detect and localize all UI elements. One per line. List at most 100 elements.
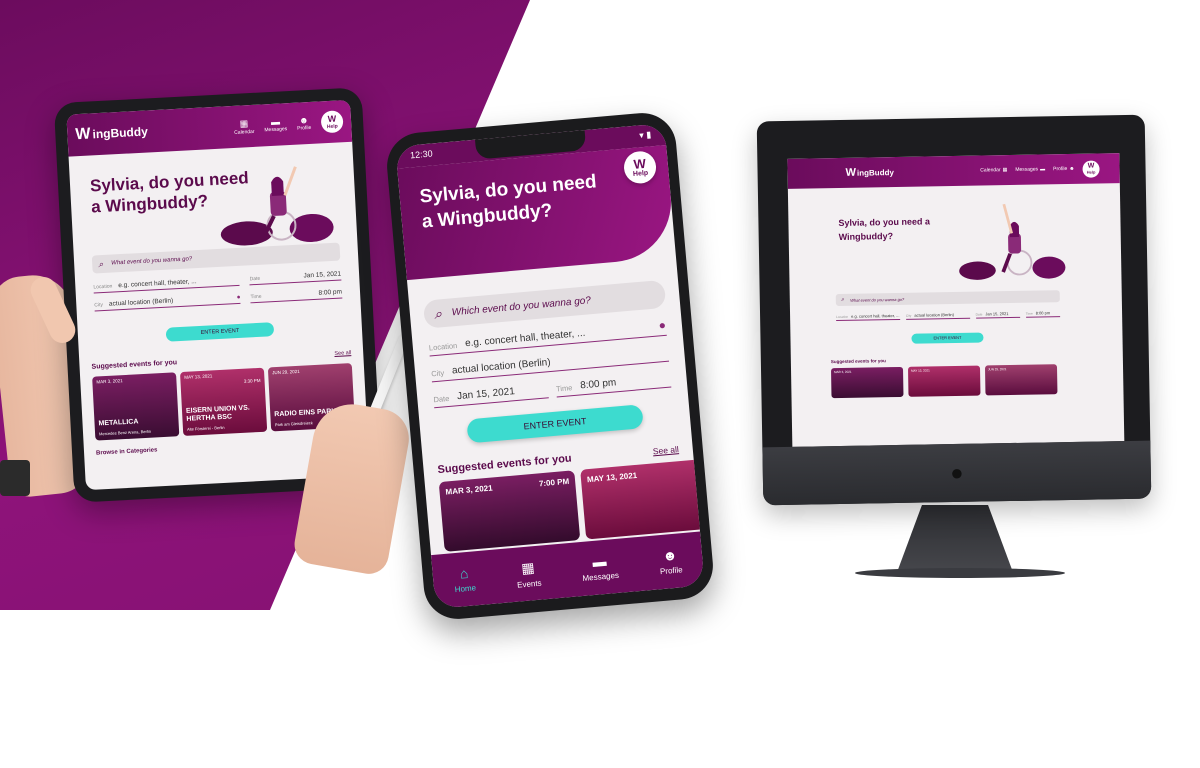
tab-label: Profile — [659, 565, 683, 577]
message-icon: ▬ — [1040, 166, 1046, 173]
city-label: City — [94, 302, 104, 309]
tab-home[interactable]: ⌂ Home — [453, 564, 476, 594]
event-title: METALLICA — [98, 418, 139, 428]
event-card[interactable]: MAR 3, 2021 7:00 PM — [438, 470, 581, 552]
desktop-search-bar[interactable]: ⌕ What event do you wanna go? — [835, 290, 1060, 307]
apple-logo-icon: ● — [949, 459, 964, 486]
search-placeholder: What event do you wanna go? — [111, 256, 193, 267]
search-icon: ⌕ — [433, 304, 443, 322]
time-label: Time — [1025, 311, 1033, 316]
location-label: Location — [93, 283, 113, 291]
nav-messages-label: Messages — [1015, 166, 1039, 173]
location-value: e.g. concert hall, theater, ... — [464, 327, 586, 350]
event-date: MAY 13, 2021 — [586, 470, 638, 485]
event-card[interactable]: MAR 3, 2021 — [830, 366, 904, 399]
wheelchair-user-illustration — [959, 203, 1066, 280]
event-time: 3:30 PM — [243, 377, 261, 384]
desktop-monitor: W ingBuddy Calendar ▦ Messages ▬ Profile… — [756, 114, 1152, 506]
nav-calendar[interactable]: Calendar ▦ — [980, 167, 1007, 173]
phone-device: 12:30 ▾ ▮ Sylvia, do you need a Wingbudd… — [384, 110, 716, 622]
nav-profile[interactable]: Profile ☻ — [1053, 166, 1075, 172]
see-all-link[interactable]: See all — [334, 350, 351, 358]
event-card[interactable]: MAY 13, 2021 3:30 PM EISERN UNION VS. HE… — [179, 367, 268, 437]
event-card[interactable]: JUN 29, 2021 — [984, 364, 1058, 396]
time-field[interactable]: Time 8:00 pm — [555, 367, 672, 398]
monitor-stand-base — [855, 568, 1065, 578]
date-label: Date — [249, 275, 261, 283]
suggested-title: Suggested events for you — [830, 358, 886, 365]
enter-event-button[interactable]: ENTER EVENT — [911, 332, 984, 344]
hero-title: Sylvia, do you need a Wingbuddy? — [418, 171, 598, 233]
smiley-icon: ☻ — [661, 546, 678, 564]
help-button[interactable]: W Help — [320, 110, 344, 134]
location-pin-icon[interactable]: ● — [237, 294, 241, 301]
search-placeholder: Which event do you wanna go? — [451, 294, 592, 318]
city-field[interactable]: City actual location (Berlin) ● — [93, 289, 241, 312]
wheelchair-user-illustration — [220, 166, 334, 246]
smiley-icon: ☻ — [1069, 165, 1075, 172]
search-icon: ⌕ — [840, 296, 845, 303]
city-value: actual location (Berlin) — [914, 312, 954, 318]
event-place: Park am Gleisdreieck — [274, 420, 313, 428]
date-field[interactable]: Date Jan 15, 2021 — [975, 310, 1020, 319]
enter-event-button[interactable]: ENTER EVENT — [466, 404, 644, 444]
event-date: MAR 3, 2021 — [834, 369, 852, 375]
date-value: Jan 15, 2021 — [456, 386, 516, 403]
event-card[interactable]: MAY 13, 2021 — [907, 365, 981, 397]
date-value: Jan 15, 2021 — [985, 311, 1009, 317]
nav-messages-label: Messages — [264, 126, 288, 134]
wristwatch-image — [0, 460, 30, 496]
event-place: Mercedes Benz Arena, Berlin — [98, 428, 151, 437]
event-card[interactable]: MAY 13, 2021 — [580, 457, 705, 540]
city-label: City — [905, 313, 912, 318]
search-icon: ⌕ — [97, 258, 104, 269]
hero-title: Sylvia, do you need a Wingbuddy? — [838, 216, 931, 243]
tab-messages[interactable]: ▬ Messages — [581, 552, 619, 583]
nav-calendar[interactable]: ▦ Calendar — [233, 117, 255, 136]
wingbuddy-logo[interactable]: W ingBuddy — [845, 166, 893, 179]
event-card[interactable]: MAR 3, 2021 METALLICA Mercedes Benz Aren… — [92, 372, 180, 441]
city-label: City — [430, 368, 445, 379]
battery-icon: ▾ ▮ — [638, 129, 652, 141]
tab-profile[interactable]: ☻ Profile — [658, 546, 683, 577]
date-value: Jan 15, 2021 — [303, 270, 342, 280]
nav-messages[interactable]: Messages ▬ — [1015, 166, 1045, 173]
nav-calendar-label: Calendar — [980, 167, 1001, 174]
logo-text: ingBuddy — [92, 124, 149, 142]
event-date: JUN 29, 2021 — [988, 367, 1007, 372]
time-label: Time — [250, 293, 262, 301]
enter-event-button[interactable]: ENTER EVENT — [165, 322, 275, 342]
time-field[interactable]: Time 8:00 pm — [250, 284, 343, 304]
location-value: e.g. concert hall, theater, ... — [851, 312, 900, 319]
message-icon: ▬ — [270, 116, 281, 127]
event-cards: MAR 3, 2021 MAY 13, 2021 JUN 29, 2021 — [830, 363, 1123, 399]
event-date: MAY 13, 2021 — [911, 368, 930, 373]
date-field[interactable]: Date Jan 15, 2021 — [249, 266, 342, 286]
help-label: Help — [326, 123, 338, 130]
suggested-title: Suggested events for you — [91, 359, 178, 371]
event-time: 7:00 PM — [538, 476, 570, 489]
help-button[interactable]: W Help — [1082, 159, 1100, 178]
location-pin-icon[interactable]: ● — [658, 318, 666, 333]
desktop-event-form: Location e.g. concert hall, theater, ...… — [836, 310, 1061, 322]
tab-label: Events — [516, 578, 542, 590]
nav-profile-label: Profile — [297, 124, 312, 132]
date-field[interactable]: Date Jan 15, 2021 — [432, 378, 549, 409]
help-label: Help — [632, 169, 649, 179]
tab-events[interactable]: ▦ Events — [515, 558, 542, 590]
see-all-link[interactable]: See all — [652, 444, 679, 456]
location-field[interactable]: Location e.g. concert hall, theater, ... — [836, 312, 900, 322]
date-label: Date — [975, 312, 983, 317]
nav-profile[interactable]: ☻ Profile — [297, 115, 312, 132]
phone-hero: Sylvia, do you need a Wingbuddy? W Help — [397, 145, 676, 281]
calendar-icon: ▦ — [520, 558, 536, 576]
location-value: e.g. concert hall, theater, ... — [118, 278, 197, 290]
event-title: EISERN UNION VS. HERTHA BSC — [185, 404, 250, 423]
wingbuddy-logo[interactable]: W ingBuddy — [75, 122, 148, 144]
help-button[interactable]: W Help — [622, 150, 658, 185]
event-place: Alte Försterei - Berlin — [186, 424, 225, 432]
tablet-event-form: Location e.g. concert hall, theater, ...… — [93, 266, 343, 312]
city-field[interactable]: City actual location (Berlin) — [905, 311, 970, 320]
nav-messages[interactable]: ▬ Messages — [264, 116, 288, 134]
time-field[interactable]: Time 8:00 pm — [1025, 310, 1061, 318]
